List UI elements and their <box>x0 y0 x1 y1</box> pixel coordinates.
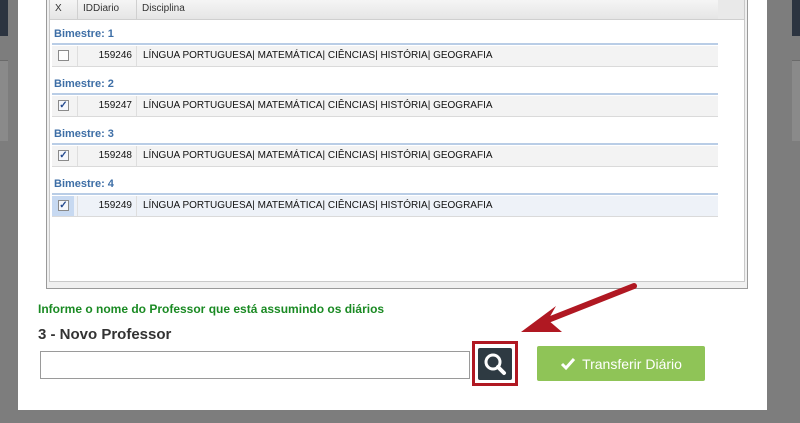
diary-id-cell: 159246 <box>78 46 137 66</box>
diary-id-cell: 159249 <box>78 196 137 216</box>
subjects-cell: LÍNGUA PORTUGUESA| MATEMÁTICA| CIÊNCIAS|… <box>143 100 493 111</box>
table-row[interactable]: ✓ 159249 LÍNGUA PORTUGUESA| MATEMÁTICA| CI… <box>52 196 718 217</box>
subjects-cell: LÍNGUA PORTUGUESA| MATEMÁTICA| CIÊNCIAS|… <box>143 150 493 161</box>
checkbox-cell <box>52 146 78 166</box>
professor-name-input[interactable] <box>40 351 470 379</box>
transfer-button-label: Transferir Diário <box>582 355 682 372</box>
group-title: Bimestre: 2 <box>54 78 114 90</box>
background-panel-left <box>0 60 8 141</box>
search-professor-button[interactable] <box>478 348 512 380</box>
background-panel-right <box>792 60 800 141</box>
group-divider <box>52 43 718 45</box>
header-scroll-gutter <box>718 0 744 20</box>
diary-id-cell: 159247 <box>78 96 137 116</box>
checkbox-cell <box>52 196 78 216</box>
subjects-cell: LÍNGUA PORTUGUESA| MATEMÁTICA| CIÊNCIAS|… <box>143 50 493 61</box>
table-row[interactable]: ✓ 159247 LÍNGUA PORTUGUESA| MATEMÁTICA| CI… <box>52 96 718 117</box>
group-divider <box>52 193 718 195</box>
group-title: Bimestre: 4 <box>54 178 114 190</box>
diary-grid-frame: X IDDiario Disciplina Bimestre: 1 159246 L… <box>46 0 748 289</box>
table-row[interactable]: ✓ 159248 LÍNGUA PORTUGUESA| MATEMÁTICA| CI… <box>52 146 718 167</box>
subjects-cell: LÍNGUA PORTUGUESA| MATEMÁTICA| CIÊNCIAS|… <box>143 200 493 211</box>
column-header-subject[interactable]: Disciplina <box>137 0 718 19</box>
checkbox-cell <box>52 96 78 116</box>
search-icon <box>484 353 506 375</box>
checkmark-icon <box>561 357 576 370</box>
transfer-diary-button[interactable]: Transferir Diário <box>537 346 705 381</box>
group-title: Bimestre: 3 <box>54 128 114 140</box>
table-row[interactable]: 159246 LÍNGUA PORTUGUESA| MATEMÁTICA| CIÊ… <box>52 46 718 67</box>
group-divider <box>52 143 718 145</box>
diary-id-cell: 159248 <box>78 146 137 166</box>
checkbox-cell <box>52 46 78 66</box>
group-title: Bimestre: 1 <box>54 28 114 40</box>
column-header-id[interactable]: IDDiario <box>78 0 137 19</box>
section-title: 3 - Novo Professor <box>38 326 172 343</box>
background-topbar-left <box>0 0 8 36</box>
diary-grid: X IDDiario Disciplina Bimestre: 1 159246 L… <box>49 0 745 282</box>
transfer-modal: X IDDiario Disciplina Bimestre: 1 159246 L… <box>18 0 767 410</box>
grid-header: X IDDiario Disciplina <box>50 0 718 20</box>
instruction-text: Informe o nome do Professor que está ass… <box>38 302 385 316</box>
background-topbar-right <box>792 0 800 36</box>
group-divider <box>52 93 718 95</box>
column-header-check[interactable]: X <box>50 0 78 19</box>
